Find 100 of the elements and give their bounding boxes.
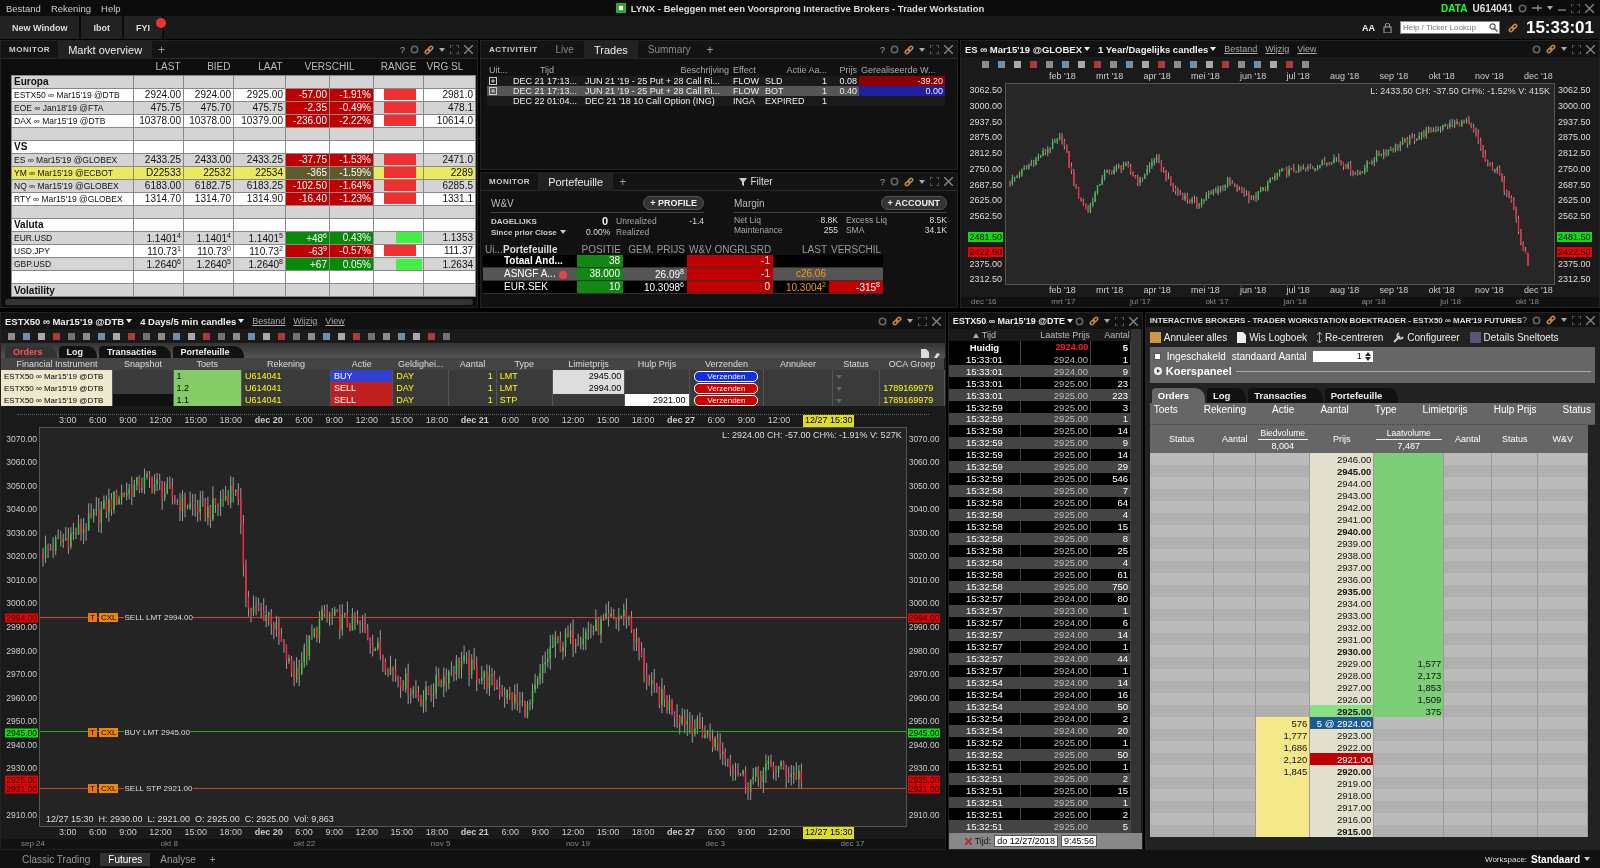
font-size-toggle[interactable]: AA xyxy=(1361,22,1375,33)
close-icon[interactable] xyxy=(944,177,953,186)
link-icon[interactable] xyxy=(904,44,914,55)
price-cell[interactable]: 2945.00 xyxy=(1309,465,1374,477)
menu-item[interactable]: Wijzig xyxy=(1265,44,1290,54)
expand-icon[interactable] xyxy=(1153,367,1162,375)
price-cell[interactable]: 2922.00 xyxy=(1309,741,1374,753)
order-tab[interactable]: Orders xyxy=(1151,388,1205,403)
panel-tab[interactable]: Markt overview xyxy=(58,40,153,59)
caret-icon[interactable] xyxy=(1561,318,1567,322)
ticker-lookup-field[interactable]: Help / Ticker Lookup xyxy=(1399,21,1500,34)
transmit-tag[interactable]: T xyxy=(88,784,97,794)
expand-icon[interactable] xyxy=(489,87,497,95)
price-cell[interactable]: 2929.00 xyxy=(1309,657,1374,669)
workspace-tab[interactable]: Analyse xyxy=(152,852,204,866)
price-cell[interactable]: 2923.00 xyxy=(1309,729,1374,741)
panel-tab[interactable]: Portefeuille xyxy=(538,173,614,191)
chart-navigator[interactable]: dec '16 mrt '17 jul '17 okt '17 jan '18 apr '18 jul '18 okt '18 xyxy=(961,297,1599,307)
toolbar-button[interactable]: Configureer xyxy=(1393,331,1460,343)
price-cell[interactable]: 2943.00 xyxy=(1309,489,1374,501)
transmit-tag[interactable]: T xyxy=(88,613,97,623)
price-cell[interactable]: 2944.00 xyxy=(1309,477,1374,489)
toolbar-button[interactable]: Ibot xyxy=(81,16,124,39)
instrument-selector[interactable]: ES ∞ Mar15'19 @GLOBEX xyxy=(965,43,1083,55)
price-cell[interactable]: 2930.00 xyxy=(1309,645,1374,657)
add-tab-button[interactable]: + xyxy=(613,174,633,189)
price-cell[interactable]: 2938.00 xyxy=(1309,549,1374,561)
caret-icon[interactable] xyxy=(1584,857,1590,861)
caret-icon[interactable] xyxy=(1067,319,1074,323)
help-icon[interactable]: ? xyxy=(879,176,885,187)
pin-icon[interactable] xyxy=(1532,4,1542,12)
date-field[interactable]: do 12/27/2018 xyxy=(994,835,1058,847)
menu-item[interactable]: Bestand xyxy=(1224,44,1258,54)
caret-icon[interactable] xyxy=(906,319,913,323)
order-tab[interactable]: Log xyxy=(1206,388,1247,403)
maximize-icon[interactable] xyxy=(450,45,459,54)
close-icon[interactable] xyxy=(931,316,941,326)
quantity-field[interactable]: 1 xyxy=(1312,350,1373,362)
add-tab-button[interactable]: + xyxy=(152,42,172,57)
toolbar-button[interactable]: Annuleer alles xyxy=(1149,331,1228,343)
close-icon[interactable] xyxy=(1585,3,1594,13)
menu-item[interactable]: View xyxy=(1297,44,1317,54)
link-icon[interactable] xyxy=(891,316,902,326)
price-cell[interactable]: 2942.00 xyxy=(1309,501,1374,513)
caret-icon[interactable] xyxy=(1210,47,1217,51)
price-cell[interactable]: 2941.00 xyxy=(1309,513,1374,525)
order-tab[interactable]: Transacties xyxy=(99,346,171,358)
caret-icon[interactable] xyxy=(559,230,566,234)
panel-tab[interactable]: Summary xyxy=(637,41,701,58)
checkbox[interactable] xyxy=(1153,352,1161,360)
order-tab[interactable]: Portefeuille xyxy=(172,346,244,358)
link-icon[interactable] xyxy=(1088,316,1099,326)
workspace-selector[interactable]: Standaard xyxy=(1531,853,1580,865)
caret-icon[interactable] xyxy=(439,47,445,52)
price-cell[interactable]: 2931.00 xyxy=(1309,633,1374,645)
time-field[interactable]: 9:45:56 xyxy=(1060,835,1097,847)
filter-button[interactable]: Filter xyxy=(750,176,773,187)
workspace-tab[interactable]: Futures xyxy=(100,852,151,866)
price-chart[interactable]: L: 2433.50 CH: -37.50 CH%: -1.52% V: 415K xyxy=(1005,83,1555,285)
link-icon[interactable] xyxy=(1546,315,1556,325)
maximize-icon[interactable] xyxy=(930,177,939,186)
menu-item[interactable]: Rekening xyxy=(50,2,91,14)
close-icon[interactable] xyxy=(464,45,473,54)
maximize-icon[interactable] xyxy=(917,316,927,326)
toolbar-button[interactable]: FYI xyxy=(123,16,164,39)
price-cell[interactable]: 2917.00 xyxy=(1309,801,1374,813)
maximize-icon[interactable] xyxy=(1572,315,1581,325)
price-cell[interactable]: 2936.00 xyxy=(1309,573,1374,585)
maximize-icon[interactable] xyxy=(1571,3,1580,13)
close-icon[interactable] xyxy=(944,45,953,54)
toolbar-button[interactable]: Wis Logboek xyxy=(1237,331,1307,343)
caret-icon[interactable] xyxy=(1547,6,1553,10)
price-chart[interactable]: T CXL SELL LMT 2994.00 T CXL BUY LMT 2945.00 T CXL SELL STP 2921.00 L: 2924.00 CH: -57.00 CH%: -1.91% V: 527K 12/27 15:30 H: 2930.00 L: 2921.00 O: 2925.00 C: 2925.00 Vol: 9,863 xyxy=(39,427,907,827)
panel-tab[interactable]: Trades xyxy=(583,40,638,59)
transmit-button[interactable]: Verzenden xyxy=(694,382,759,394)
order-tab[interactable]: Portefeuille xyxy=(1324,388,1399,403)
since-dropdown[interactable]: Since prior Close xyxy=(491,227,557,237)
order-tab[interactable]: Transacties xyxy=(1248,388,1323,403)
link-icon[interactable] xyxy=(1546,44,1556,54)
toolbar-button[interactable]: Details Sneltoets xyxy=(1469,331,1559,343)
transmit-tag[interactable]: T xyxy=(88,727,97,737)
period-selector[interactable]: 4 Days/5 min candles xyxy=(140,315,237,327)
workspace-tab[interactable]: Classic Trading xyxy=(14,852,99,866)
link-icon[interactable] xyxy=(904,176,914,187)
maximize-icon[interactable] xyxy=(1114,316,1124,326)
price-cell[interactable]: 2946.00 xyxy=(1309,453,1374,465)
price-cell[interactable]: 2920.00 xyxy=(1309,765,1374,777)
profile-button[interactable]: + PROFILE xyxy=(643,196,704,210)
caret-icon[interactable] xyxy=(238,319,245,323)
period-selector[interactable]: 1 Year/Dagelijks candles xyxy=(1098,43,1209,55)
panel-tab[interactable]: Live xyxy=(545,41,584,58)
instrument-selector[interactable]: ESTX50 ∞ Mar15'19 @DTB xyxy=(5,315,125,327)
order-tab[interactable]: Orders xyxy=(5,346,57,358)
menu-item[interactable]: Bestand xyxy=(252,316,286,326)
help-icon[interactable]: ? xyxy=(1522,315,1527,325)
price-cell[interactable]: 2933.00 xyxy=(1309,609,1374,621)
caret-icon[interactable] xyxy=(126,319,133,323)
caret-icon[interactable] xyxy=(1084,47,1091,51)
menu-item[interactable]: Help xyxy=(101,2,121,14)
account-button[interactable]: + ACCOUNT xyxy=(880,196,947,210)
